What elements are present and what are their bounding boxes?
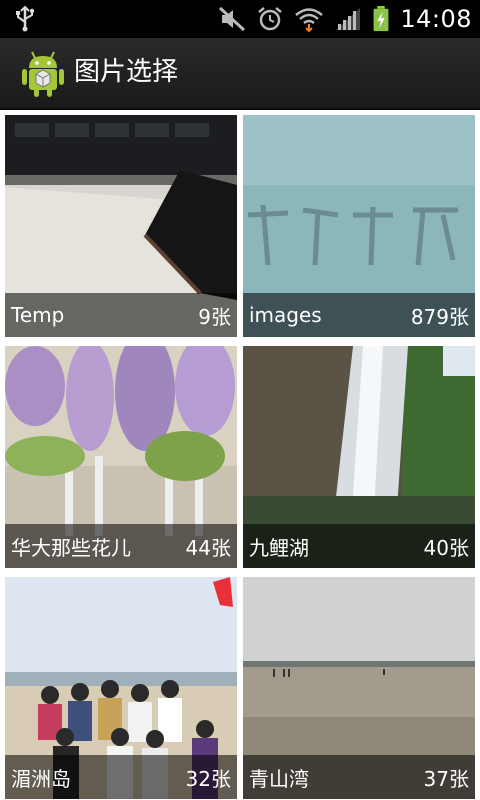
album-caption: images 879张 bbox=[243, 293, 475, 337]
album-tile[interactable]: 九鲤湖 40张 bbox=[243, 346, 475, 568]
usb-icon bbox=[16, 6, 35, 32]
album-caption: 华大那些花儿 44张 bbox=[5, 524, 237, 568]
album-caption: Temp 9张 bbox=[5, 293, 237, 337]
album-tile[interactable]: 湄洲岛 32张 bbox=[5, 577, 237, 799]
action-bar: 图片选择 bbox=[0, 38, 480, 110]
album-caption: 青山湾 37张 bbox=[243, 755, 475, 799]
mute-icon bbox=[219, 6, 246, 32]
battery-charging-icon bbox=[373, 6, 389, 32]
page-title: 图片选择 bbox=[74, 57, 179, 87]
album-tile[interactable]: images 879张 bbox=[243, 115, 475, 337]
album-count: 9张 bbox=[198, 304, 231, 329]
album-count: 879张 bbox=[410, 304, 469, 329]
album-count: 44张 bbox=[185, 535, 231, 560]
wifi-icon bbox=[295, 8, 324, 32]
album-name: images bbox=[249, 303, 322, 327]
album-name: Temp bbox=[11, 303, 65, 327]
alarm-icon bbox=[258, 7, 283, 31]
album-name: 湄洲岛 bbox=[11, 766, 71, 791]
album-grid: Temp 9张 images 879张 华大那些花儿 44张 九鲤湖 40张 湄… bbox=[0, 110, 480, 800]
signal-icon bbox=[336, 8, 361, 30]
album-tile[interactable]: Temp 9张 bbox=[5, 115, 237, 337]
android-app-icon[interactable] bbox=[20, 48, 66, 98]
album-name: 青山湾 bbox=[249, 766, 309, 791]
album-count: 37张 bbox=[423, 766, 469, 791]
album-name: 九鲤湖 bbox=[249, 535, 309, 560]
album-caption: 九鲤湖 40张 bbox=[243, 524, 475, 568]
status-bar: 14:08 bbox=[0, 0, 480, 38]
album-tile[interactable]: 华大那些花儿 44张 bbox=[5, 346, 237, 568]
album-caption: 湄洲岛 32张 bbox=[5, 755, 237, 799]
clock: 14:08 bbox=[400, 5, 472, 33]
album-name: 华大那些花儿 bbox=[11, 535, 131, 560]
album-count: 40张 bbox=[423, 535, 469, 560]
album-tile[interactable]: 青山湾 37张 bbox=[243, 577, 475, 799]
album-count: 32张 bbox=[185, 766, 231, 791]
